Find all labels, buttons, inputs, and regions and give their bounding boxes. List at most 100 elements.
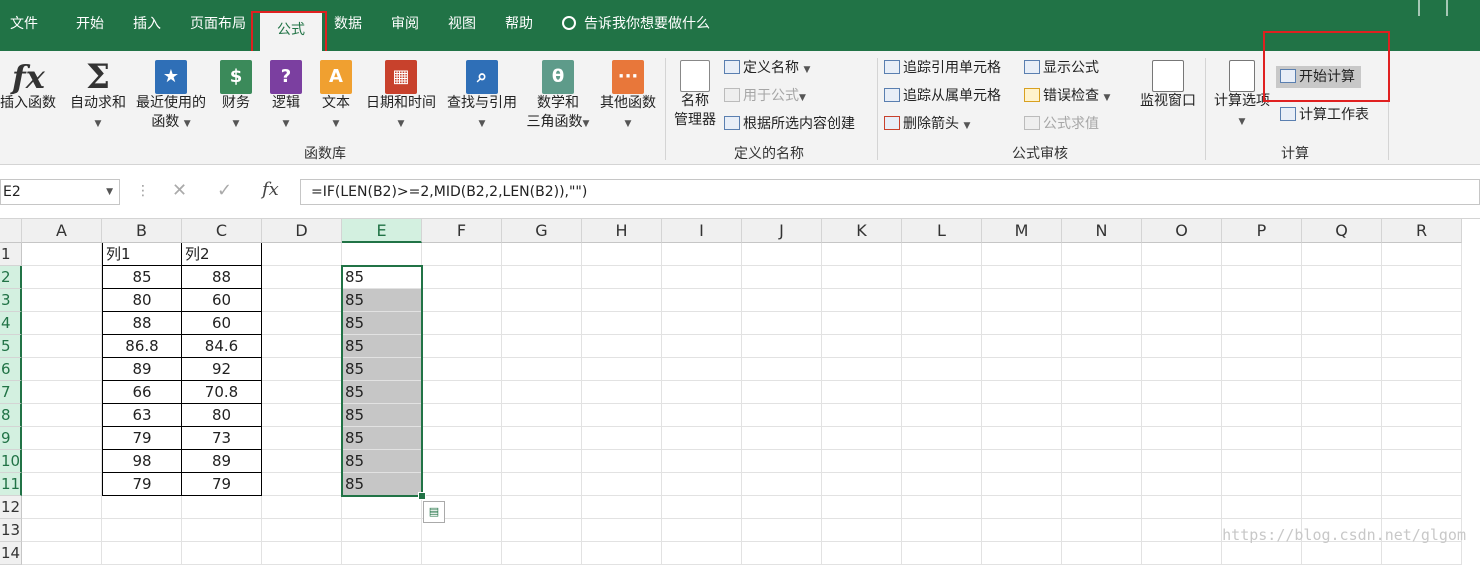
cell-m12[interactable] bbox=[982, 496, 1062, 519]
cell-m8[interactable] bbox=[982, 404, 1062, 427]
financial-button[interactable]: $ 财务 ▼ bbox=[216, 60, 256, 134]
lookup-button[interactable]: ⌕ 查找与引用 ▼ bbox=[442, 60, 522, 134]
cell-h7[interactable] bbox=[582, 381, 662, 404]
cell-p8[interactable] bbox=[1222, 404, 1302, 427]
cell-h13[interactable] bbox=[582, 519, 662, 542]
cell-j12[interactable] bbox=[742, 496, 822, 519]
column-header-a[interactable]: A bbox=[22, 219, 102, 243]
cell-b8[interactable]: 63 bbox=[102, 404, 182, 427]
cell-g8[interactable] bbox=[502, 404, 582, 427]
cell-l5[interactable] bbox=[902, 335, 982, 358]
cell-m2[interactable] bbox=[982, 266, 1062, 289]
cell-a1[interactable] bbox=[22, 243, 102, 266]
cell-q9[interactable] bbox=[1302, 427, 1382, 450]
cell-n4[interactable] bbox=[1062, 312, 1142, 335]
cell-b11[interactable]: 79 bbox=[102, 473, 182, 496]
cell-j9[interactable] bbox=[742, 427, 822, 450]
cell-q6[interactable] bbox=[1302, 358, 1382, 381]
cell-n7[interactable] bbox=[1062, 381, 1142, 404]
cell-r10[interactable] bbox=[1382, 450, 1462, 473]
column-header-h[interactable]: H bbox=[582, 219, 662, 243]
cell-j2[interactable] bbox=[742, 266, 822, 289]
cell-h12[interactable] bbox=[582, 496, 662, 519]
cell-m1[interactable] bbox=[982, 243, 1062, 266]
cell-m4[interactable] bbox=[982, 312, 1062, 335]
row-header-9[interactable]: 9 bbox=[0, 427, 22, 450]
cell-c13[interactable] bbox=[182, 519, 262, 542]
column-header-i[interactable]: I bbox=[662, 219, 742, 243]
row-header-8[interactable]: 8 bbox=[0, 404, 22, 427]
cell-d12[interactable] bbox=[262, 496, 342, 519]
cell-f7[interactable] bbox=[422, 381, 502, 404]
cell-c6[interactable]: 92 bbox=[182, 358, 262, 381]
cell-a5[interactable] bbox=[22, 335, 102, 358]
cell-b4[interactable]: 88 bbox=[102, 312, 182, 335]
cell-c11[interactable]: 79 bbox=[182, 473, 262, 496]
row-header-12[interactable]: 12 bbox=[0, 496, 22, 519]
cell-d6[interactable] bbox=[262, 358, 342, 381]
cell-m13[interactable] bbox=[982, 519, 1062, 542]
cell-f8[interactable] bbox=[422, 404, 502, 427]
error-checking-button[interactable]: 错误检查 ▼ bbox=[1024, 86, 1110, 108]
cell-a3[interactable] bbox=[22, 289, 102, 312]
insert-function-button[interactable]: fx 插入函数 bbox=[0, 60, 56, 113]
cell-j7[interactable] bbox=[742, 381, 822, 404]
cell-o2[interactable] bbox=[1142, 266, 1222, 289]
cell-a8[interactable] bbox=[22, 404, 102, 427]
cell-k3[interactable] bbox=[822, 289, 902, 312]
cell-n2[interactable] bbox=[1062, 266, 1142, 289]
cell-g6[interactable] bbox=[502, 358, 582, 381]
cell-i11[interactable] bbox=[662, 473, 742, 496]
cell-o11[interactable] bbox=[1142, 473, 1222, 496]
cancel-icon[interactable]: ✕ bbox=[172, 180, 187, 201]
cell-e12[interactable] bbox=[342, 496, 422, 519]
cell-g13[interactable] bbox=[502, 519, 582, 542]
cell-c8[interactable]: 80 bbox=[182, 404, 262, 427]
evaluate-formula-button[interactable]: 公式求值 bbox=[1024, 114, 1099, 134]
cell-n3[interactable] bbox=[1062, 289, 1142, 312]
cell-m3[interactable] bbox=[982, 289, 1062, 312]
cell-g10[interactable] bbox=[502, 450, 582, 473]
cell-n12[interactable] bbox=[1062, 496, 1142, 519]
cell-f4[interactable] bbox=[422, 312, 502, 335]
tab-review[interactable]: 审阅 bbox=[391, 14, 419, 34]
cell-d1[interactable] bbox=[262, 243, 342, 266]
cell-c1[interactable]: 列2 bbox=[182, 243, 262, 266]
cell-a4[interactable] bbox=[22, 312, 102, 335]
cell-c7[interactable]: 70.8 bbox=[182, 381, 262, 404]
cell-p5[interactable] bbox=[1222, 335, 1302, 358]
watch-window-button[interactable]: 监视窗口 bbox=[1136, 60, 1200, 111]
cell-l12[interactable] bbox=[902, 496, 982, 519]
cell-b9[interactable]: 79 bbox=[102, 427, 182, 450]
cell-p2[interactable] bbox=[1222, 266, 1302, 289]
column-header-r[interactable]: R bbox=[1382, 219, 1462, 243]
cell-o9[interactable] bbox=[1142, 427, 1222, 450]
row-header-5[interactable]: 5 bbox=[0, 335, 22, 358]
create-from-selection-button[interactable]: 根据所选内容创建 bbox=[724, 114, 855, 134]
cell-l2[interactable] bbox=[902, 266, 982, 289]
text-button[interactable]: A 文本 ▼ bbox=[316, 60, 356, 134]
cell-d9[interactable] bbox=[262, 427, 342, 450]
cell-i7[interactable] bbox=[662, 381, 742, 404]
cell-b5[interactable]: 86.8 bbox=[102, 335, 182, 358]
cell-k4[interactable] bbox=[822, 312, 902, 335]
cell-f6[interactable] bbox=[422, 358, 502, 381]
row-header-10[interactable]: 10 bbox=[0, 450, 22, 473]
cell-o6[interactable] bbox=[1142, 358, 1222, 381]
cell-k13[interactable] bbox=[822, 519, 902, 542]
cell-g2[interactable] bbox=[502, 266, 582, 289]
cell-k8[interactable] bbox=[822, 404, 902, 427]
cell-k9[interactable] bbox=[822, 427, 902, 450]
more-functions-button[interactable]: ··· 其他函数 ▼ bbox=[596, 60, 660, 134]
cell-q7[interactable] bbox=[1302, 381, 1382, 404]
cell-q3[interactable] bbox=[1302, 289, 1382, 312]
cell-m7[interactable] bbox=[982, 381, 1062, 404]
cell-o7[interactable] bbox=[1142, 381, 1222, 404]
cell-j10[interactable] bbox=[742, 450, 822, 473]
cell-r4[interactable] bbox=[1382, 312, 1462, 335]
show-formulas-button[interactable]: 显示公式 bbox=[1024, 58, 1099, 78]
cell-r2[interactable] bbox=[1382, 266, 1462, 289]
cell-e1[interactable] bbox=[342, 243, 422, 266]
cell-n8[interactable] bbox=[1062, 404, 1142, 427]
autosum-button[interactable]: Σ 自动求和 ▼ bbox=[66, 60, 130, 134]
